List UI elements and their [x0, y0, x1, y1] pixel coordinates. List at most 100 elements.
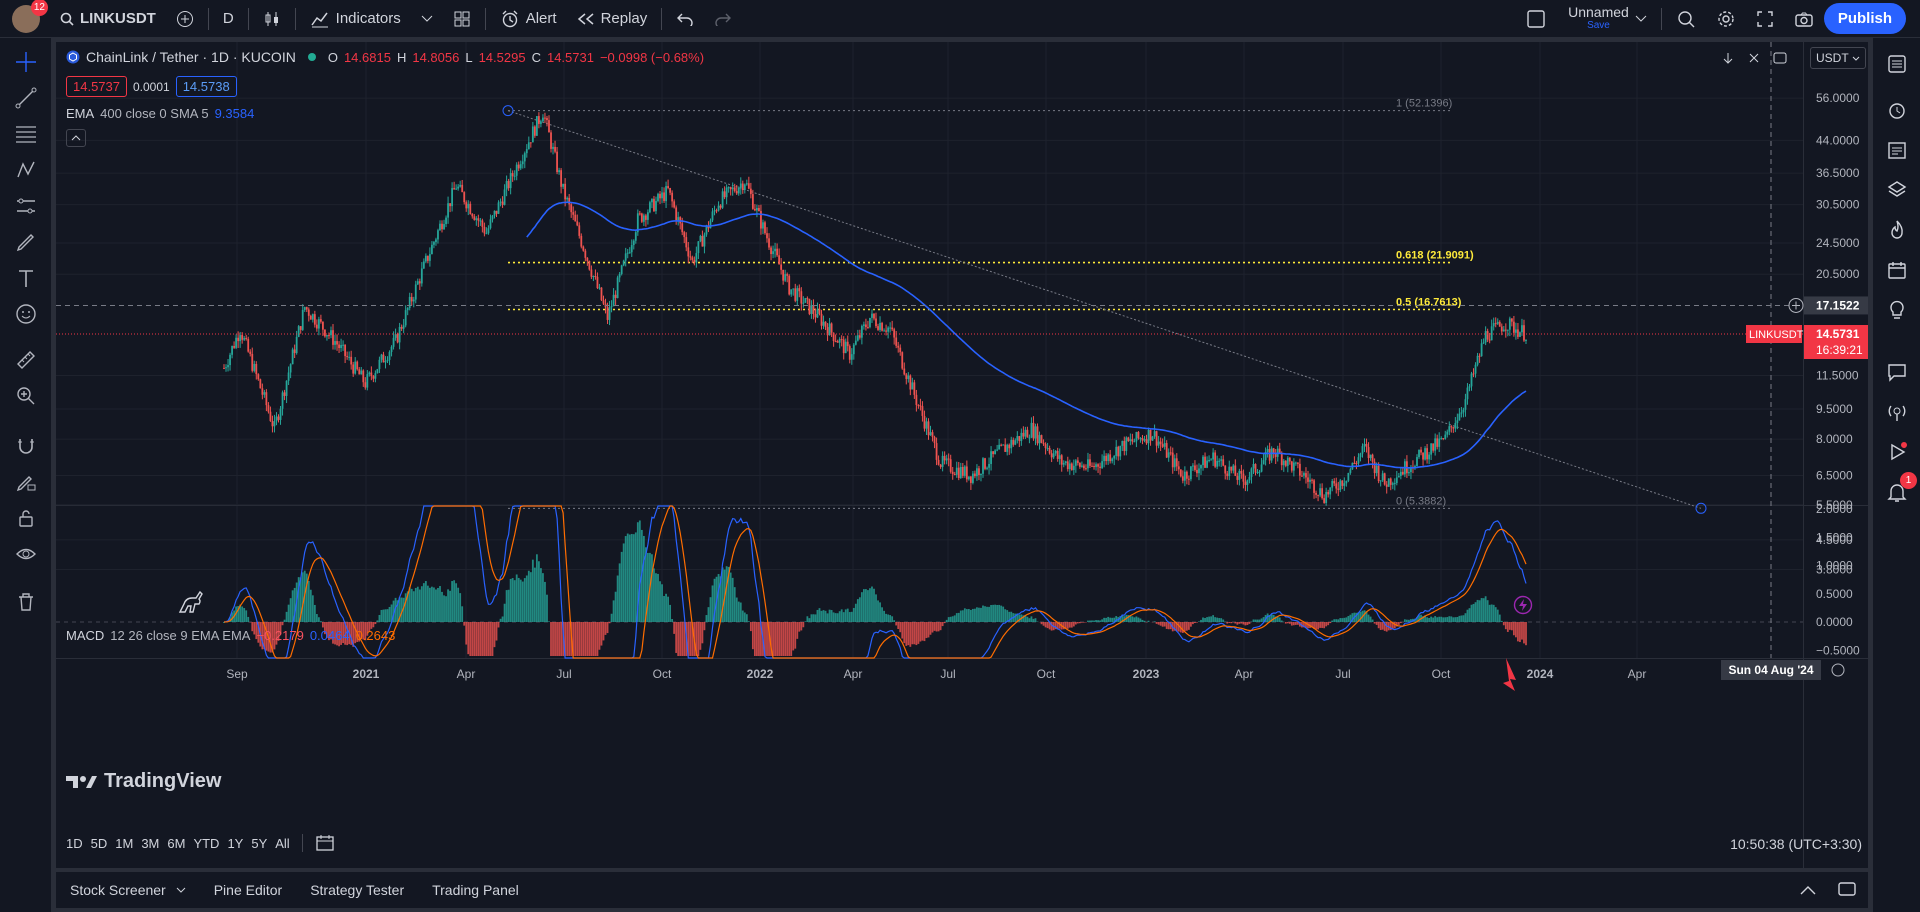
macd-histogram-bar [933, 622, 936, 631]
dino-icon[interactable] [178, 590, 204, 617]
flash-icon[interactable] [1513, 595, 1533, 618]
expand-panel-button[interactable] [1790, 882, 1826, 898]
macd-histogram-bar [1248, 622, 1251, 624]
chart-type-button[interactable] [253, 0, 291, 38]
maximize-panel-button[interactable] [1826, 881, 1868, 900]
indicators-button[interactable]: Indicators [300, 0, 411, 38]
range-5d[interactable]: 5D [91, 836, 108, 851]
hide-tool[interactable] [10, 538, 42, 570]
market-status-dot[interactable] [307, 53, 316, 61]
candle-body [1468, 386, 1471, 388]
alert-button[interactable]: Alert [490, 0, 567, 38]
range-1d[interactable]: 1D [66, 836, 83, 851]
symbol-title[interactable]: ChainLink / Tether · 1D · KUCOIN [86, 49, 296, 65]
clock-timezone[interactable]: 10:50:38 (UTC+3:30) [1730, 836, 1862, 852]
macd-histogram-bar [959, 610, 962, 622]
range-1y[interactable]: 1Y [227, 836, 243, 851]
ideas-button[interactable] [1881, 294, 1913, 326]
watchlist-button[interactable] [1881, 48, 1913, 80]
range-all[interactable]: All [275, 836, 289, 851]
chart-container[interactable]: 1 (52.1396) 0.618 (21.9091) 0.5 (16.7613) 0… [56, 42, 1868, 868]
sell-button[interactable]: 14.5737 [66, 76, 127, 97]
chats-button[interactable] [1881, 356, 1913, 388]
measure-tool[interactable] [10, 344, 42, 376]
data-window-button[interactable] [1881, 134, 1913, 166]
notifications-button[interactable]: 1 [1881, 472, 1917, 508]
range-3m[interactable]: 3M [141, 836, 159, 851]
tab-strategy-tester[interactable]: Strategy Tester [296, 882, 418, 898]
fullscreen-button[interactable] [1746, 0, 1784, 38]
buy-button[interactable]: 14.5738 [175, 76, 237, 97]
text-tool[interactable] [10, 262, 42, 294]
pattern-tool[interactable] [10, 154, 42, 186]
emoji-tool[interactable] [10, 298, 42, 330]
redo-button[interactable] [704, 0, 742, 38]
range-1m[interactable]: 1M [115, 836, 133, 851]
fib-tool[interactable] [10, 118, 42, 150]
crosshair-tool[interactable] [10, 46, 42, 78]
candle-body [315, 324, 318, 329]
candle-body [1488, 339, 1491, 341]
macd-histogram-bar [951, 616, 954, 622]
range-ytd[interactable]: YTD [193, 836, 219, 851]
zoom-tool[interactable] [10, 380, 42, 412]
collapse-pane-button[interactable] [1744, 48, 1764, 68]
hotlists-button[interactable] [1881, 214, 1913, 246]
candle-body [889, 327, 892, 329]
macd-histogram-bar [477, 622, 480, 656]
macd-histogram-bar [1042, 622, 1045, 626]
macd-histogram-bar [647, 552, 649, 622]
publish-button[interactable]: Publish [1823, 3, 1906, 34]
settings-button[interactable] [1706, 0, 1746, 38]
macd-histogram-bar [850, 611, 853, 622]
candle-body [552, 146, 554, 149]
tab-stock-screener[interactable]: Stock Screener [56, 882, 200, 898]
snapshot-button[interactable] [1784, 0, 1824, 38]
object-tree-button[interactable] [1881, 174, 1913, 206]
macd-legend[interactable]: MACD 12 26 close 9 EMA EMA −0.2179 0.046… [66, 628, 395, 643]
chart-canvas[interactable]: 1 (52.1396) 0.618 (21.9091) 0.5 (16.7613) 0… [56, 42, 1868, 868]
calendar-button[interactable] [1881, 254, 1913, 286]
price-scale-border [1803, 42, 1804, 868]
user-avatar[interactable]: 12 [12, 0, 48, 33]
candle-body [1097, 464, 1099, 467]
replay-button[interactable]: Replay [567, 0, 658, 38]
symbol-search[interactable]: LINKUSDT [50, 0, 166, 38]
layout-switch[interactable]: Unnamed Save [1516, 0, 1657, 38]
candle-body [1284, 460, 1287, 466]
remove-drawings-tool[interactable] [10, 586, 42, 618]
candle-body [941, 455, 944, 467]
trendline-tool[interactable] [10, 82, 42, 114]
compare-symbol-button[interactable] [166, 0, 204, 38]
quick-search-button[interactable] [1666, 0, 1706, 38]
range-5y[interactable]: 5Y [251, 836, 267, 851]
maximize-pane-button[interactable] [1770, 48, 1790, 68]
lock-tool[interactable] [10, 502, 42, 534]
currency-select[interactable]: USDT [1810, 47, 1866, 69]
ema-legend[interactable]: EMA 400 close 0 SMA 5 9.3584 [66, 106, 254, 121]
tradingview-watermark[interactable]: TradingView [66, 770, 221, 793]
move-pane-down-button[interactable] [1718, 48, 1738, 68]
tab-trading-panel[interactable]: Trading Panel [418, 882, 533, 898]
range-6m[interactable]: 6M [167, 836, 185, 851]
alerts-button[interactable] [1881, 94, 1913, 126]
macd-histogram-bar [525, 575, 528, 622]
macd-histogram-bar [517, 577, 520, 622]
tab-pine-editor[interactable]: Pine Editor [200, 882, 296, 898]
forecast-tool[interactable] [10, 190, 42, 222]
stay-drawing-tool[interactable] [10, 466, 42, 498]
undo-button[interactable] [666, 0, 704, 38]
indicator-templates-button[interactable] [411, 0, 443, 38]
candle-body [418, 281, 421, 284]
brush-tool[interactable] [10, 226, 42, 258]
streams-button[interactable] [1881, 396, 1913, 428]
candle-body [1224, 465, 1227, 474]
candle-body [305, 307, 308, 310]
collapse-legend-button[interactable] [66, 129, 86, 147]
layouts-button[interactable] [443, 0, 481, 38]
goto-date-icon[interactable] [315, 834, 335, 852]
magnet-tool[interactable] [10, 430, 42, 462]
replay-panel-button[interactable] [1881, 436, 1913, 468]
interval-button[interactable]: D [213, 0, 244, 38]
candle-body [653, 198, 655, 212]
